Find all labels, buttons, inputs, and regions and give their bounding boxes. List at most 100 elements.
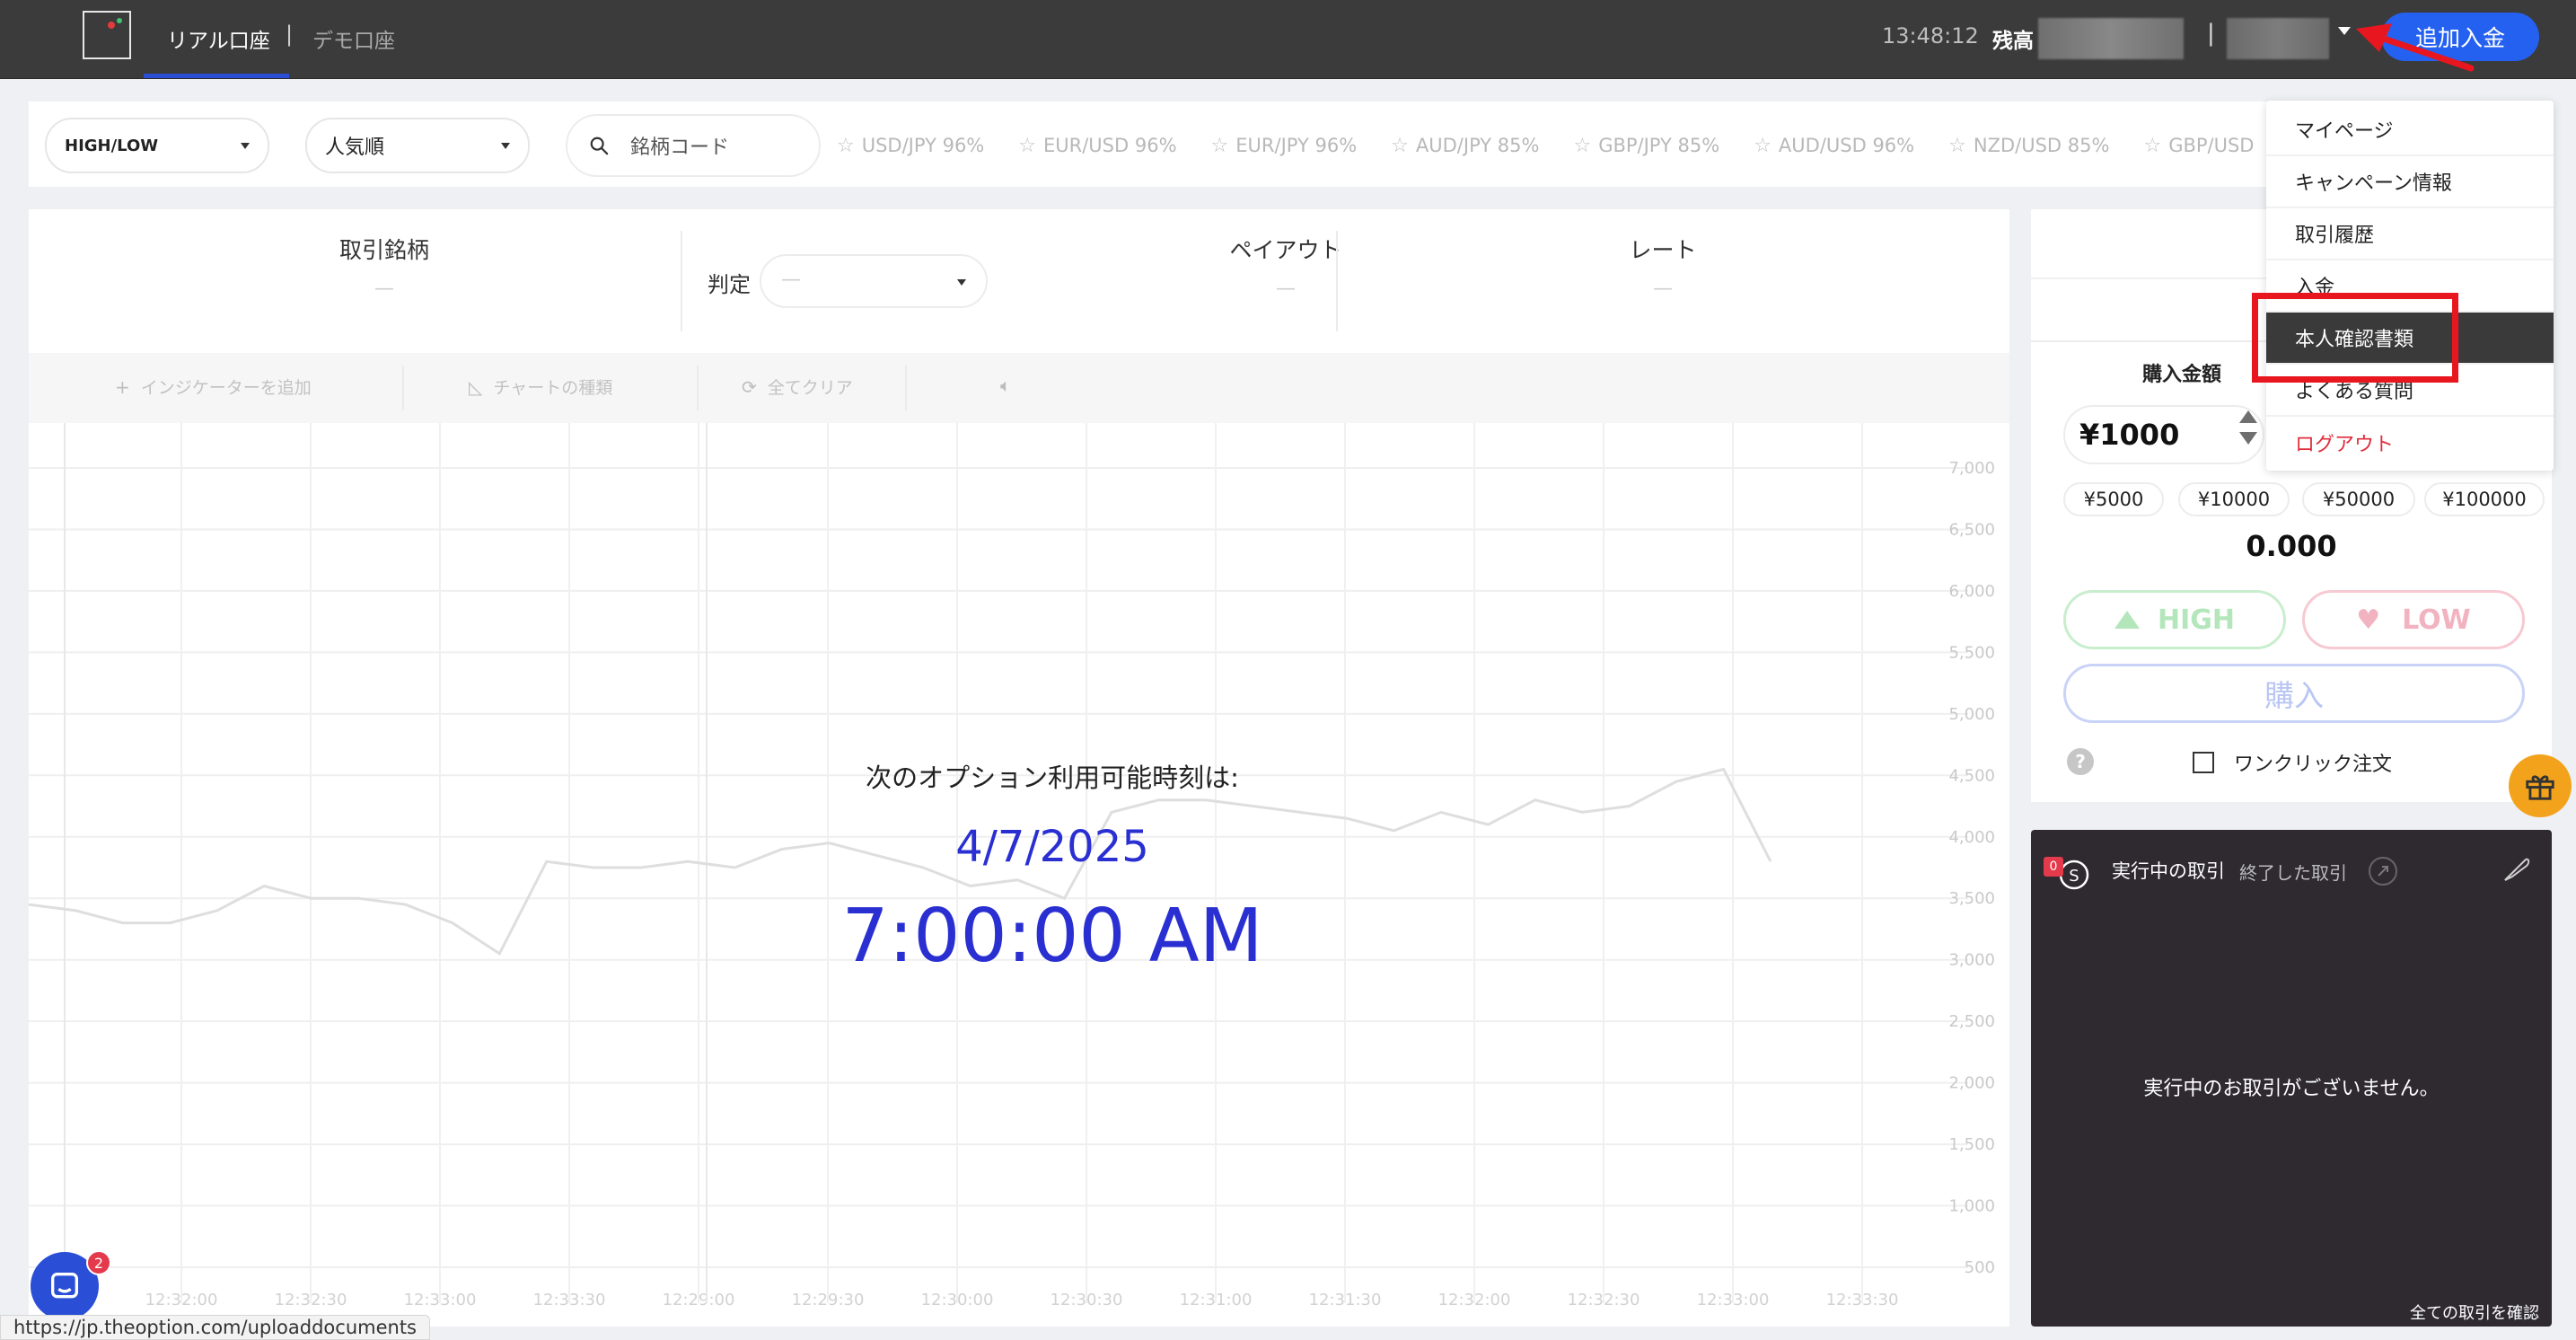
triangle-up-icon (2114, 611, 2140, 629)
menu-item-logout[interactable]: ログアウト (2266, 417, 2554, 469)
star-icon: ☆ (1018, 134, 1036, 157)
preset-amount-button[interactable]: ¥10000 (2178, 482, 2290, 516)
favorite-pair[interactable]: ☆ EUR/JPY 96% (1211, 130, 1358, 161)
feather-pen-icon[interactable] (2498, 851, 2534, 887)
search-input[interactable] (630, 132, 810, 163)
caret-down-icon (501, 143, 510, 149)
stepper-down-icon[interactable] (2239, 432, 2257, 445)
y-tick-label: 3,500 (1948, 889, 1995, 908)
logo[interactable] (83, 11, 131, 59)
x-tick-label: 12:33:30 (1826, 1291, 1899, 1309)
judge-select[interactable]: — (760, 254, 988, 308)
star-icon: ☆ (1754, 134, 1772, 157)
y-tick-label: 6,500 (1948, 520, 1995, 539)
search-box (566, 114, 821, 177)
x-tick-label: 12:30:00 (921, 1291, 994, 1309)
x-tick-label: 12:31:00 (1180, 1291, 1253, 1309)
trade-type-value: HIGH/LOW (65, 136, 159, 155)
clear-all-button[interactable]: ⟳ 全てクリア (742, 375, 853, 399)
external-link-svg (2378, 866, 2388, 877)
see-all-trades-link[interactable]: 全ての取引を確認 (2410, 1300, 2539, 1324)
y-tick-label: 3,000 (1948, 951, 1995, 970)
user-dropdown-menu: マイページ キャンペーン情報 取引履歴 入金 本人確認書類 よくある質問 ログア… (2266, 101, 2554, 471)
heart-icon: ♥ (2356, 604, 2381, 636)
no-active-trades-message: 実行中のお取引がございません。 (2143, 1078, 2440, 1100)
chart-type-label: チャートの種類 (493, 378, 613, 398)
favorite-pair-label: GBP/USD (2168, 135, 2255, 156)
x-tick-label: 12:32:30 (1568, 1291, 1640, 1309)
favorite-pair[interactable]: ☆ AUD/USD 96% (1754, 130, 1914, 161)
chevron-down-icon[interactable] (2338, 27, 2351, 35)
preset-amount-button[interactable]: ¥5000 (2063, 482, 2164, 516)
star-icon: ☆ (1948, 134, 1966, 157)
tab-active-trades[interactable]: 実行中の取引 (2112, 857, 2225, 884)
search-icon[interactable] (589, 136, 609, 155)
price-chart[interactable]: 7,000 6,500 6,000 5,500 5,000 4,500 4,000 3,500… (29, 423, 2009, 1327)
high-button[interactable]: HIGH (2063, 590, 2286, 649)
sound-button[interactable]: 🔈︎ (1000, 375, 1022, 396)
one-click-order-toggle[interactable]: ワンクリック注文 (2193, 748, 2392, 777)
y-tick-label: 1,000 (1948, 1197, 1995, 1216)
favorite-pair[interactable]: ☆ GBP/JPY 85% (1573, 130, 1719, 161)
y-tick-label: 4,500 (1948, 766, 1995, 785)
stepper-up-icon[interactable] (2239, 410, 2257, 423)
amount-input[interactable]: ¥1000 (2063, 405, 2264, 464)
menu-item-mypage[interactable]: マイページ (2266, 104, 2554, 156)
gift-svg (2526, 775, 2554, 800)
payout-label: ペイアウト (1229, 237, 1342, 263)
chart-type-button[interactable]: ◺ チャートの種類 (469, 375, 612, 399)
toolbar-divider (905, 366, 907, 410)
chart-panel: 取引銘柄 — 判定 — ペイアウト — レート — + インジケーターを追加 ◺ チ… (29, 209, 2009, 1327)
favorite-pair[interactable]: ☆ USD/JPY 96% (837, 130, 984, 161)
balance-value-redacted (2038, 18, 2184, 59)
star-icon: ☆ (1391, 134, 1409, 157)
clear-all-label: 全てクリア (767, 378, 853, 398)
one-click-label: ワンクリック注文 (2234, 754, 2393, 776)
star-icon: ☆ (1210, 134, 1229, 157)
filter-bar: HIGH/LOW 人気順 ☆ USD/JPY 96% ☆ EUR/USD 96% ☆… (29, 101, 2543, 187)
price-chart-svg: 7,000 6,500 6,000 5,500 5,000 4,500 4,000 3,500… (29, 423, 1995, 1309)
external-link-icon[interactable] (2369, 857, 2397, 886)
symbol-value: — (374, 278, 394, 300)
add-indicator-button[interactable]: + インジケーターを追加 (115, 375, 312, 399)
help-icon[interactable]: ? (2067, 748, 2094, 775)
tab-demo-account[interactable]: デモ口座 (312, 23, 395, 54)
favorite-pair[interactable]: ☆ EUR/USD 96% (1018, 130, 1176, 161)
amount-stepper[interactable] (2239, 410, 2261, 445)
favorite-pair-label: AUD/USD 96% (1778, 135, 1915, 156)
favorite-pair[interactable]: ☆ NZD/USD 85% (1948, 130, 2109, 161)
y-tick-label: 1,500 (1948, 1135, 1995, 1154)
favorite-pair[interactable]: ☆ AUD/JPY 85% (1391, 130, 1539, 161)
buy-button[interactable]: 購入 (2063, 664, 2525, 723)
tab-real-account[interactable]: リアル口座 (167, 23, 270, 54)
gift-icon[interactable] (2509, 754, 2572, 817)
favorite-pair-label: EUR/USD 96% (1043, 135, 1177, 156)
one-click-checkbox[interactable] (2193, 752, 2214, 773)
preset-amount-button[interactable]: ¥100000 (2424, 482, 2545, 516)
active-trades-count-badge: 0 (2044, 857, 2063, 877)
chart-toolbar: + インジケーターを追加 ◺ チャートの種類 ⟳ 全てクリア 🔈︎ (29, 353, 2009, 423)
sort-value: 人気順 (325, 137, 385, 159)
add-indicator-label: インジケーターを追加 (140, 378, 312, 398)
favorite-pair[interactable]: ☆ GBP/USD (2143, 130, 2254, 161)
favorite-pair-label: AUD/JPY 85% (1415, 135, 1540, 156)
menu-item-campaign[interactable]: キャンペーン情報 (2266, 156, 2554, 208)
tab-ended-trades[interactable]: 終了した取引 (2239, 859, 2347, 885)
username-redacted[interactable] (2227, 18, 2329, 59)
top-separator: | (2207, 20, 2215, 47)
y-tick-label: 2,000 (1948, 1074, 1995, 1093)
favorite-pair-label: GBP/JPY 85% (1598, 135, 1720, 156)
active-tab-indicator (144, 74, 289, 78)
payout-value: — (1276, 278, 1296, 300)
plus-icon: + (115, 375, 130, 398)
menu-item-trade-history[interactable]: 取引履歴 (2266, 208, 2554, 260)
favorite-pair-label: USD/JPY 96% (861, 135, 985, 156)
low-button[interactable]: ♥ LOW (2302, 590, 2525, 649)
x-tick-label: 12:29:00 (663, 1291, 735, 1309)
y-tick-label: 5,000 (1948, 705, 1995, 724)
trade-type-select[interactable]: HIGH/LOW (45, 118, 269, 173)
sort-select[interactable]: 人気順 (305, 118, 530, 173)
x-tick-label: 12:33:00 (1697, 1291, 1770, 1309)
x-tick-label: 12:32:00 (145, 1291, 218, 1309)
preset-amount-button[interactable]: ¥50000 (2302, 482, 2415, 516)
